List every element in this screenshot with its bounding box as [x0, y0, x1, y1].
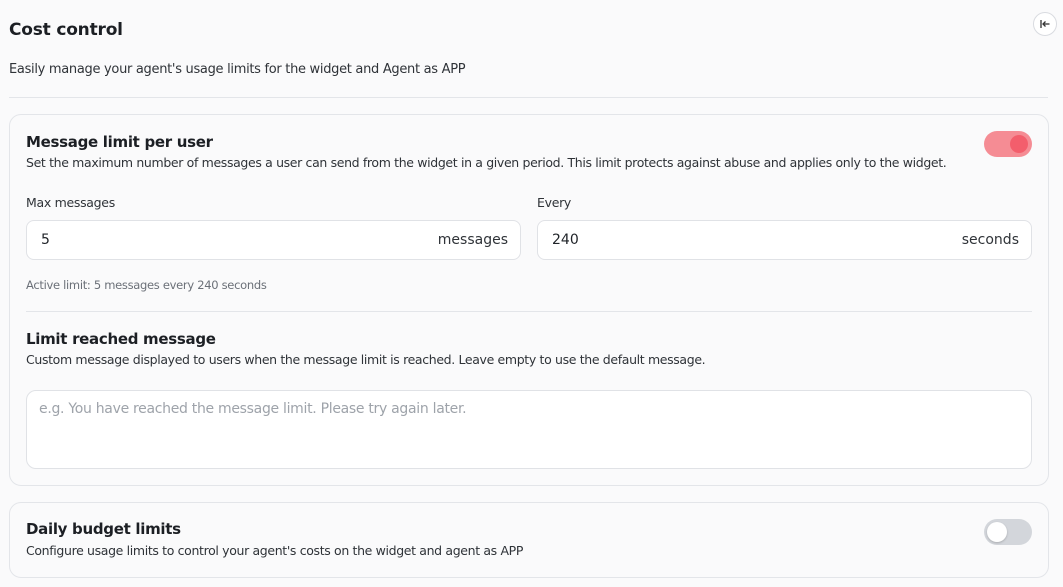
daily-budget-title: Daily budget limits: [26, 520, 181, 538]
page-subtitle: Easily manage your agent's usage limits …: [9, 62, 466, 77]
every-seconds-input[interactable]: 240 seconds: [537, 220, 1032, 260]
page-title: Cost control: [9, 20, 123, 40]
collapse-panel-button[interactable]: [1033, 12, 1057, 36]
every-label: Every: [537, 195, 572, 210]
message-limit-card: Message limit per user Set the maximum n…: [9, 114, 1049, 486]
max-messages-label: Max messages: [26, 195, 115, 210]
every-suffix: seconds: [961, 232, 1019, 248]
section-divider: [26, 311, 1032, 312]
limit-reached-message-textarea[interactable]: e.g. You have reached the message limit.…: [26, 390, 1032, 469]
limit-reached-title: Limit reached message: [26, 330, 216, 348]
message-limit-description: Set the maximum number of messages a use…: [26, 155, 947, 170]
toggle-knob: [987, 522, 1007, 542]
max-messages-input[interactable]: 5 messages: [26, 220, 521, 260]
daily-budget-card: Daily budget limits Configure usage limi…: [9, 502, 1049, 578]
message-limit-title: Message limit per user: [26, 133, 213, 151]
toggle-knob: [1010, 135, 1028, 153]
every-value: 240: [552, 232, 579, 248]
daily-budget-description: Configure usage limits to control your a…: [26, 543, 524, 558]
max-messages-suffix: messages: [437, 232, 508, 248]
header-divider: [9, 97, 1048, 98]
max-messages-value: 5: [41, 232, 50, 248]
message-limit-toggle[interactable]: [984, 131, 1032, 157]
cost-control-panel: Cost control Easily manage your agent's …: [0, 0, 1063, 587]
active-limit-text: Active limit: 5 messages every 240 secon…: [26, 278, 267, 292]
limit-reached-description: Custom message displayed to users when t…: [26, 352, 706, 367]
daily-budget-toggle[interactable]: [984, 519, 1032, 545]
collapse-panel-icon: [1039, 15, 1051, 34]
